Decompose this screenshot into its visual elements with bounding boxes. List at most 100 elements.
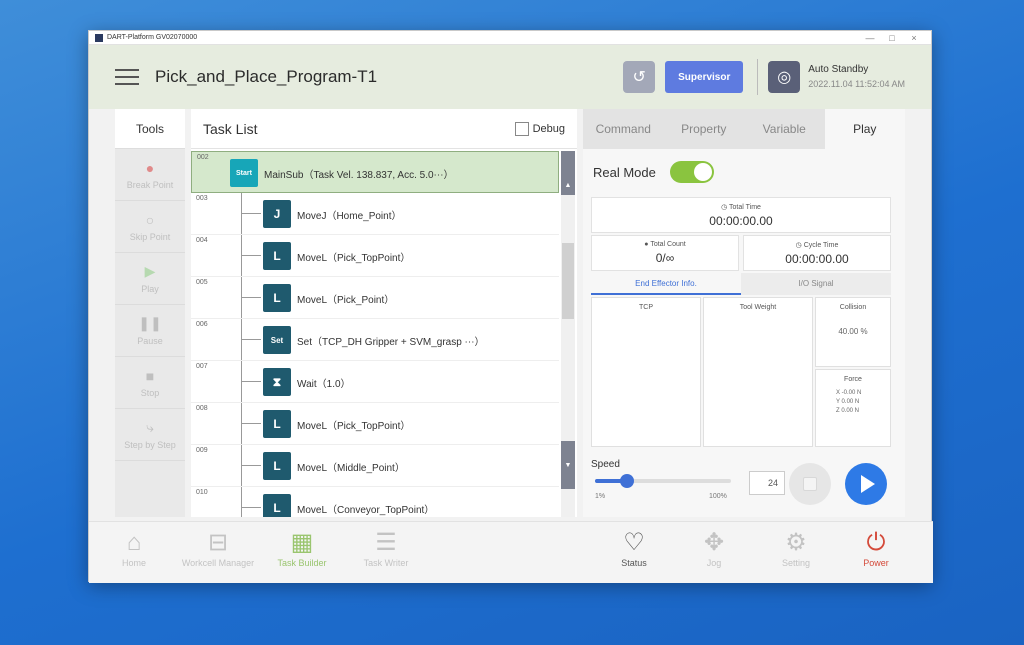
supervisor-button[interactable]: Supervisor: [665, 61, 744, 93]
nav-jog[interactable]: ✥ Jog: [669, 528, 759, 580]
program-title: Pick_and_Place_Program-T1: [155, 67, 378, 86]
break-point-label: Break Point: [126, 179, 174, 190]
tab-command[interactable]: Command: [583, 109, 664, 149]
nav-task-builder[interactable]: ▦ Task Builder: [257, 528, 347, 580]
home-icon: ⌂: [126, 529, 142, 556]
play-icon: [861, 475, 875, 493]
undo-button[interactable]: ↺: [623, 61, 656, 93]
step-by-step-button[interactable]: ⤷ Step by Step: [115, 409, 185, 461]
stop-button[interactable]: [789, 463, 831, 505]
total-count-label-text: Total Count: [650, 241, 686, 248]
nav-status[interactable]: ♡ Status: [589, 528, 679, 580]
real-mode-row: Real Mode: [593, 161, 714, 183]
speed-control: Speed 1% 100% 24: [591, 459, 791, 509]
break-point-button[interactable]: ● Break Point: [115, 149, 185, 201]
row-command: Set（TCP_DH Gripper + SVM_grasp ⋯）: [297, 337, 485, 348]
cycle-time-label: ◷ Cycle Time: [795, 242, 839, 249]
status-icon: ♡: [623, 529, 645, 556]
tool-weight-cell: Tool Weight: [703, 297, 813, 447]
real-mode-toggle[interactable]: [669, 161, 714, 183]
task-row[interactable]: 006 Set Set（TCP_DH Gripper + SVM_grasp ⋯…: [191, 319, 559, 361]
nav-power[interactable]: ⏻ Power: [831, 528, 921, 580]
movel-icon: L: [263, 284, 291, 312]
tools-panel: Tools ● Break Point ○ Skip Point ▶ Play …: [115, 109, 185, 517]
task-row[interactable]: 003 J MoveJ（Home_Point）: [191, 193, 559, 235]
total-time-value: 00:00:00.00: [709, 214, 773, 228]
total-count-label: ● Total Count: [644, 241, 686, 248]
status-label: Auto Standby: [808, 64, 869, 75]
hourglass-icon: ⧗: [263, 368, 291, 396]
tab-variable[interactable]: Variable: [744, 109, 825, 149]
end-effector-info: TCP Tool Weight Collision 40.00 % Force …: [591, 297, 891, 447]
skip-point-button[interactable]: ○ Skip Point: [115, 201, 185, 253]
nav-home[interactable]: ⌂ Home: [89, 528, 179, 580]
tab-property[interactable]: Property: [664, 109, 745, 149]
row-command: Wait（1.0）: [297, 379, 351, 390]
row-command: MoveL（Pick_Point）: [297, 295, 395, 306]
task-row[interactable]: 009 L MoveL（Middle_Point）: [191, 445, 559, 487]
force-y: Y 0.00 N: [836, 399, 860, 405]
task-list-header: Task List Debug: [191, 109, 577, 149]
collision-cell: Collision 40.00 %: [815, 297, 891, 367]
scroll-up-button[interactable]: ▲: [561, 151, 575, 195]
nav-home-label: Home: [121, 558, 146, 568]
total-count-box: ● Total Count 0/∞: [591, 235, 739, 271]
scroll-thumb[interactable]: [562, 243, 574, 319]
tab-end-effector-info[interactable]: End Effector Info.: [591, 273, 741, 295]
task-row[interactable]: 004 L MoveL（Pick_TopPoint）: [191, 235, 559, 277]
tool-stop-button[interactable]: ■ Stop: [115, 357, 185, 409]
play-button[interactable]: [845, 463, 887, 505]
nav-task-builder-label: Task Builder: [277, 558, 327, 568]
row-number: 002: [197, 154, 209, 161]
task-row[interactable]: 008 L MoveL（Pick_TopPoint）: [191, 403, 559, 445]
debug-label: Debug: [532, 122, 565, 135]
cycle-time-box: ◷ Cycle Time 00:00:00.00: [743, 235, 891, 271]
task-row[interactable]: 007 ⧗ Wait（1.0）: [191, 361, 559, 403]
task-list-scrollbar[interactable]: ▲ ▼: [561, 151, 575, 517]
task-row[interactable]: 010 L MoveL（Conveyor_TopPoint）: [191, 487, 559, 517]
maximize-button[interactable]: □: [881, 33, 903, 43]
scroll-down-button[interactable]: ▼: [561, 441, 575, 489]
row-command: MoveL（Pick_TopPoint）: [297, 421, 411, 432]
robot-mode-icon[interactable]: ◎: [768, 61, 801, 93]
tab-io-signal[interactable]: I/O Signal: [741, 273, 891, 295]
row-number: 010: [196, 489, 208, 496]
bottom-nav: ⌂ Home ⊟ Workcell Manager ▦ Task Builder…: [89, 521, 933, 583]
robot-status: Auto Standby 2022.11.04 11:52:04 AM: [808, 62, 905, 92]
tcp-label: TCP: [639, 304, 653, 311]
tree-elbow: [241, 381, 261, 382]
set-icon: Set: [263, 326, 291, 354]
movel-icon: L: [263, 410, 291, 438]
row-number: 007: [196, 363, 208, 370]
minimize-button[interactable]: —: [859, 33, 881, 43]
debug-checkbox[interactable]: [514, 121, 529, 136]
tool-play-button[interactable]: ▶ Play: [115, 253, 185, 305]
task-row[interactable]: 002 Start MainSub（Task Vel. 138.837, Acc…: [191, 151, 559, 193]
tcp-cell: TCP: [591, 297, 701, 447]
force-label: Force: [844, 376, 862, 383]
tool-play-label: Play: [141, 284, 159, 294]
skip-point-label: Skip Point: [129, 231, 171, 242]
task-list-title: Task List: [203, 120, 258, 137]
tab-play[interactable]: Play: [824, 109, 905, 149]
speed-max-label: 100%: [709, 493, 727, 500]
row-command: MoveL（Pick_TopPoint）: [297, 253, 411, 264]
close-button[interactable]: ×: [903, 33, 925, 43]
nav-workcell-manager[interactable]: ⊟ Workcell Manager: [173, 528, 263, 580]
speed-slider-handle[interactable]: [619, 474, 634, 488]
row-number: 006: [196, 321, 208, 328]
menu-icon[interactable]: [115, 69, 139, 85]
task-row[interactable]: 005 L MoveL（Pick_Point）: [191, 277, 559, 319]
pause-button[interactable]: ❚❚ Pause: [115, 305, 185, 357]
collision-label: Collision: [839, 304, 867, 311]
nav-workcell-label: Workcell Manager: [181, 558, 255, 568]
nav-status-label: Status: [621, 558, 647, 568]
task-rows: 002 Start MainSub（Task Vel. 138.837, Acc…: [191, 151, 559, 517]
break-point-icon: ●: [145, 159, 155, 176]
nav-task-writer[interactable]: ☰ Task Writer: [341, 528, 431, 580]
nav-setting[interactable]: ⚙ Setting: [751, 528, 841, 580]
speed-value-input[interactable]: 24: [749, 471, 785, 495]
tool-weight-label: Tool Weight: [739, 304, 777, 311]
step-by-step-label: Step by Step: [124, 440, 176, 450]
power-icon: ⏻: [866, 529, 886, 556]
